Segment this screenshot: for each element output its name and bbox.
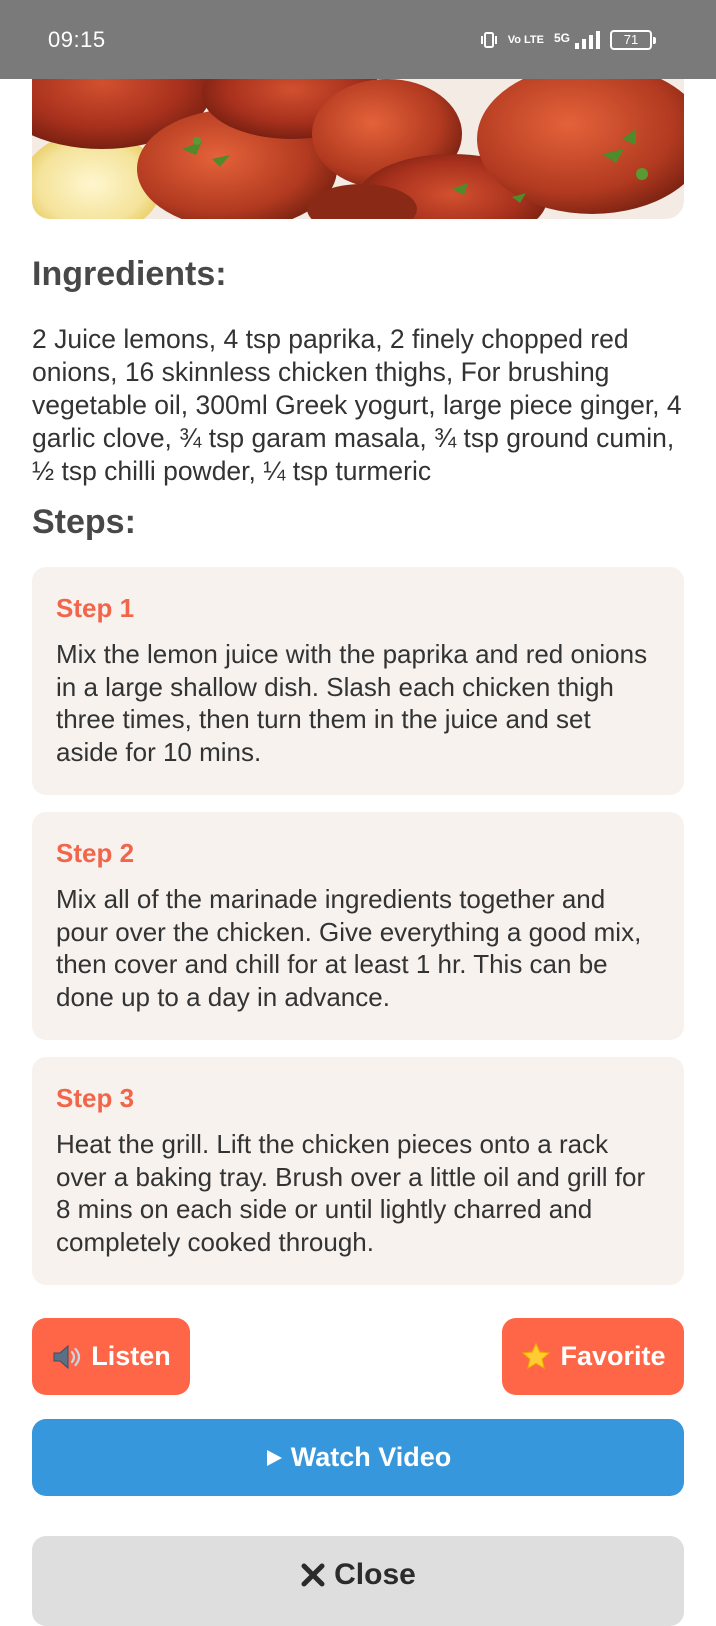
step-text: Mix all of the marinade ingredients toge… xyxy=(56,884,642,1012)
close-label: Close xyxy=(334,1558,416,1591)
battery-icon: 71 xyxy=(610,29,656,50)
watch-video-label: Watch Video xyxy=(290,1442,452,1472)
step-text: Heat the grill. Lift the chicken pieces … xyxy=(56,1129,646,1257)
listen-button[interactable]: Listen xyxy=(32,1318,190,1395)
status-bar: 09:15 Vo LTE 5G 71 xyxy=(0,0,716,79)
steps-heading: Steps: xyxy=(32,503,136,541)
speaker-icon xyxy=(51,1343,83,1371)
x-icon xyxy=(300,1562,326,1588)
step-card: Step 3 Heat the grill. Lift the chicken … xyxy=(32,1057,684,1285)
status-time: 09:15 xyxy=(48,26,106,52)
favorite-button[interactable]: Favorite xyxy=(502,1318,684,1395)
star-icon xyxy=(520,1341,552,1373)
step-card: Step 1 Mix the lemon juice with the papr… xyxy=(32,567,684,795)
listen-label: Listen xyxy=(91,1341,171,1371)
ingredients-text: 2 Juice lemons, 4 tsp paprika, 2 finely … xyxy=(32,324,682,486)
signal-icon: 5G xyxy=(553,30,600,49)
vibrate-icon xyxy=(480,30,498,50)
step-title: Step 2 xyxy=(56,838,135,868)
close-button[interactable]: Close xyxy=(32,1536,684,1626)
volte-indicator: Vo LTE xyxy=(507,33,544,46)
favorite-label: Favorite xyxy=(560,1341,666,1371)
recipe-image xyxy=(32,79,684,219)
ingredients-heading: Ingredients: xyxy=(32,255,227,293)
step-card: Step 2 Mix all of the marinade ingredien… xyxy=(32,812,684,1040)
network-type: 5G xyxy=(553,30,570,45)
play-icon xyxy=(265,1449,283,1467)
step-text: Mix the lemon juice with the paprika and… xyxy=(56,639,648,767)
tandoori-chicken-photo xyxy=(32,79,684,219)
battery-level: 71 xyxy=(623,32,639,47)
step-title: Step 3 xyxy=(56,1083,135,1113)
watch-video-button[interactable]: Watch Video xyxy=(32,1419,684,1496)
step-title: Step 1 xyxy=(56,593,135,623)
status-icons: Vo LTE 5G 71 xyxy=(480,29,656,50)
